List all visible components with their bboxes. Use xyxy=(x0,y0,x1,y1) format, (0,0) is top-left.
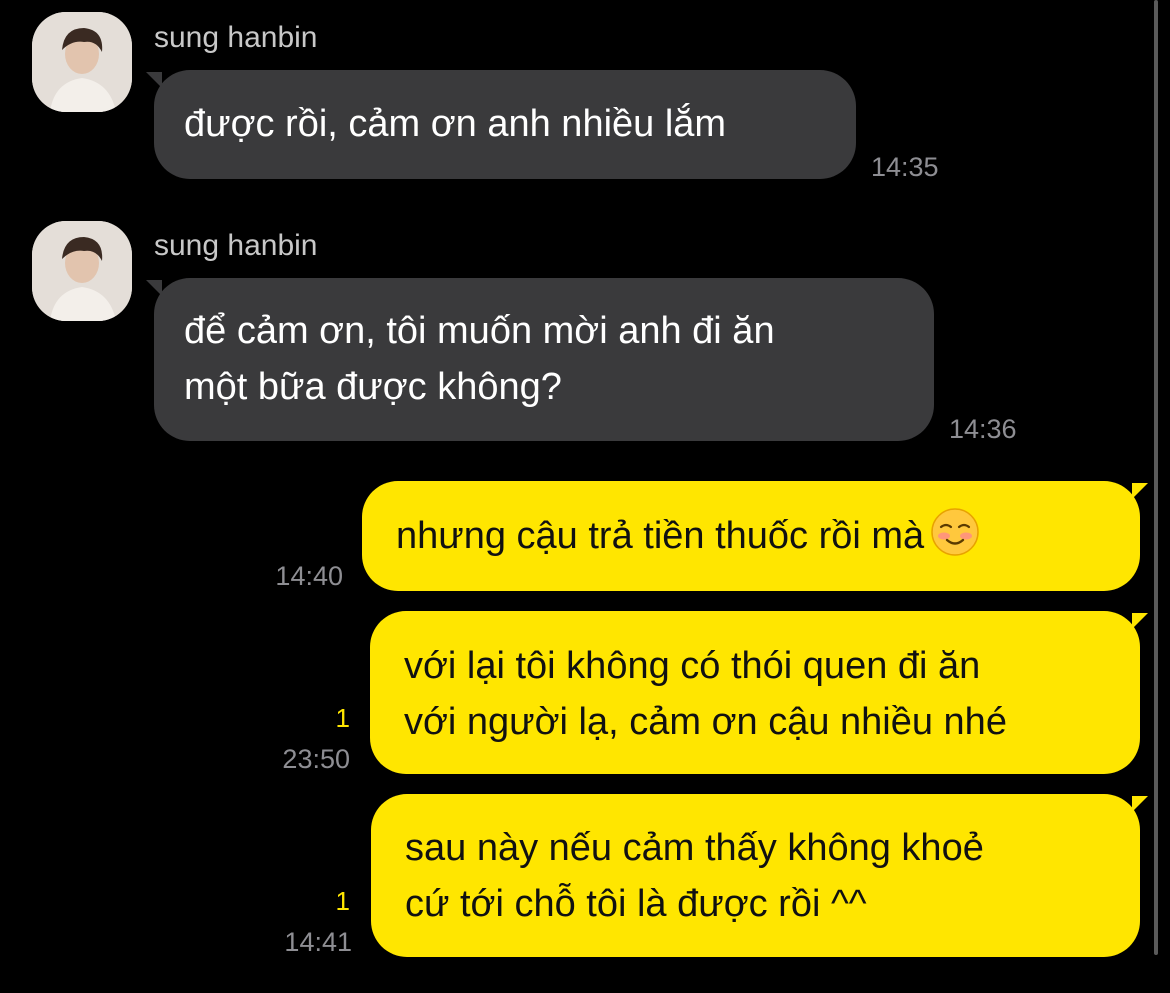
sender-avatar[interactable] xyxy=(32,12,132,112)
avatar-photo-icon xyxy=(32,12,132,112)
message-time: 14:35 xyxy=(871,152,939,182)
sender-name: sung hanbin xyxy=(154,21,318,54)
bubble-tail xyxy=(1132,796,1148,812)
message-text: cứ tới chỗ tôi là được rồi ^^ xyxy=(405,883,867,925)
message-text: nhưng cậu trả tiền thuốc rồi mà xyxy=(396,515,925,557)
message-text: với lại tôi không có thói quen đi ăn xyxy=(404,645,981,687)
message-time: 14:40 xyxy=(275,561,343,591)
message-text: với người lạ, cảm ơn cậu nhiều nhé xyxy=(404,701,1007,743)
message-text: để cảm ơn, tôi muốn mời anh đi ăn xyxy=(184,310,775,352)
message-text: một bữa được không? xyxy=(184,366,562,408)
unread-count: 1 xyxy=(335,886,350,916)
message-bubble-incoming[interactable]: để cảm ơn, tôi muốn mời anh đi ăn một bữ… xyxy=(154,278,934,441)
scrollbar[interactable] xyxy=(1154,0,1158,955)
message-bubble-outgoing[interactable]: sau này nếu cảm thấy không khoẻ cứ tới c… xyxy=(371,794,1140,957)
message-time: 23:50 xyxy=(282,744,350,774)
message-text: được rồi, cảm ơn anh nhiều lắm xyxy=(184,103,727,145)
message-time: 14:41 xyxy=(284,927,352,957)
sender-avatar[interactable] xyxy=(32,221,132,321)
message-time: 14:36 xyxy=(949,414,1017,444)
smiling-blush-emoji-icon xyxy=(931,508,979,556)
message-text: sau này nếu cảm thấy không khoẻ xyxy=(405,827,984,869)
message-bubble-incoming[interactable]: được rồi, cảm ơn anh nhiều lắm xyxy=(154,70,856,179)
avatar-photo-icon xyxy=(32,221,132,321)
message-bubble-outgoing[interactable]: nhưng cậu trả tiền thuốc rồi mà xyxy=(362,481,1140,591)
bubble-tail xyxy=(1132,483,1148,499)
sender-name: sung hanbin xyxy=(154,229,318,262)
message-bubble-outgoing[interactable]: với lại tôi không có thói quen đi ăn với… xyxy=(370,611,1140,774)
unread-count: 1 xyxy=(335,703,350,733)
bubble-tail xyxy=(1132,613,1148,629)
